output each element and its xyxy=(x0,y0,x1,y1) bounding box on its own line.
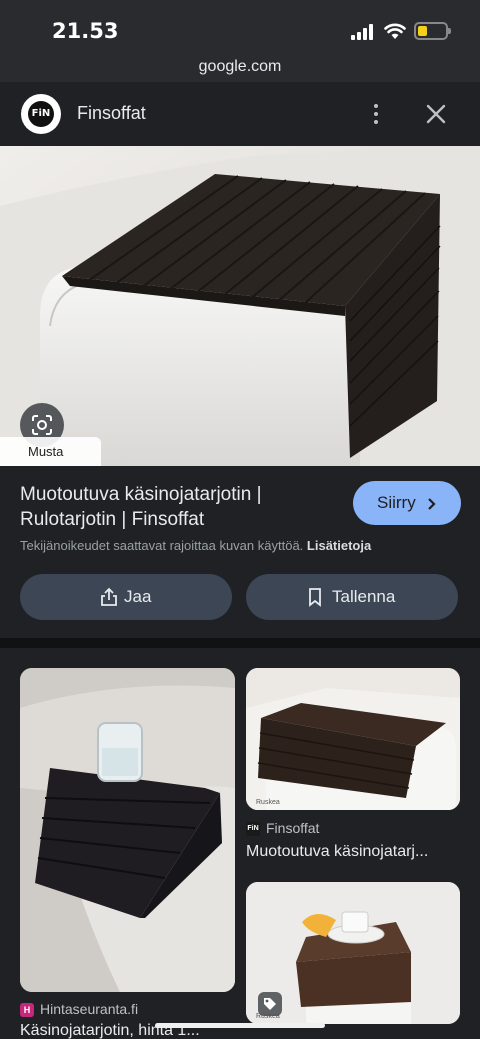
go-button[interactable]: Siirry xyxy=(353,481,461,525)
close-icon[interactable] xyxy=(422,100,450,128)
lens-color-label: Musta xyxy=(0,437,101,466)
product-image[interactable] xyxy=(0,146,480,466)
cellular-signal-icon xyxy=(351,24,375,40)
status-time: 21.53 xyxy=(52,19,119,43)
hintaseuranta-favicon-icon: H xyxy=(20,1003,34,1017)
related-image-1[interactable] xyxy=(20,668,235,992)
wifi-icon xyxy=(384,23,406,39)
bookmark-icon xyxy=(309,588,321,607)
site-name[interactable]: Finsoffat xyxy=(77,103,146,124)
url-bar[interactable]: google.com xyxy=(0,56,480,82)
copyright-notice: Tekijänoikeudet saattavat rajoittaa kuva… xyxy=(20,538,372,553)
more-options-icon[interactable] xyxy=(366,102,386,126)
share-button[interactable]: Jaa xyxy=(20,574,232,620)
finsoffat-favicon-icon: FiN xyxy=(246,822,260,836)
url-text: google.com xyxy=(198,58,282,75)
related-title-2[interactable]: Muotoutuva käsinojatarj... xyxy=(246,843,456,861)
home-indicator[interactable] xyxy=(155,1023,325,1028)
section-divider xyxy=(0,638,480,648)
site-logo: FiN xyxy=(21,94,61,134)
chevron-right-icon xyxy=(428,498,436,510)
related-image-2[interactable]: Ruskea xyxy=(246,668,460,810)
share-icon xyxy=(101,587,117,606)
more-info-link[interactable]: Lisätietoja xyxy=(307,538,371,553)
related-image-3[interactable]: Ruskea xyxy=(246,882,460,1024)
related-source-2[interactable]: Finsoffat xyxy=(266,820,319,836)
related-source-1[interactable]: Hintaseuranta.fi xyxy=(40,1001,138,1017)
save-button[interactable]: Tallenna xyxy=(246,574,458,620)
status-bar: 21.53 xyxy=(0,0,480,56)
battery-icon xyxy=(414,22,448,40)
site-header: FiN Finsoffat xyxy=(0,82,480,146)
result-title[interactable]: Muotoutuva käsinojatarjotin | Rulotarjot… xyxy=(20,482,330,532)
